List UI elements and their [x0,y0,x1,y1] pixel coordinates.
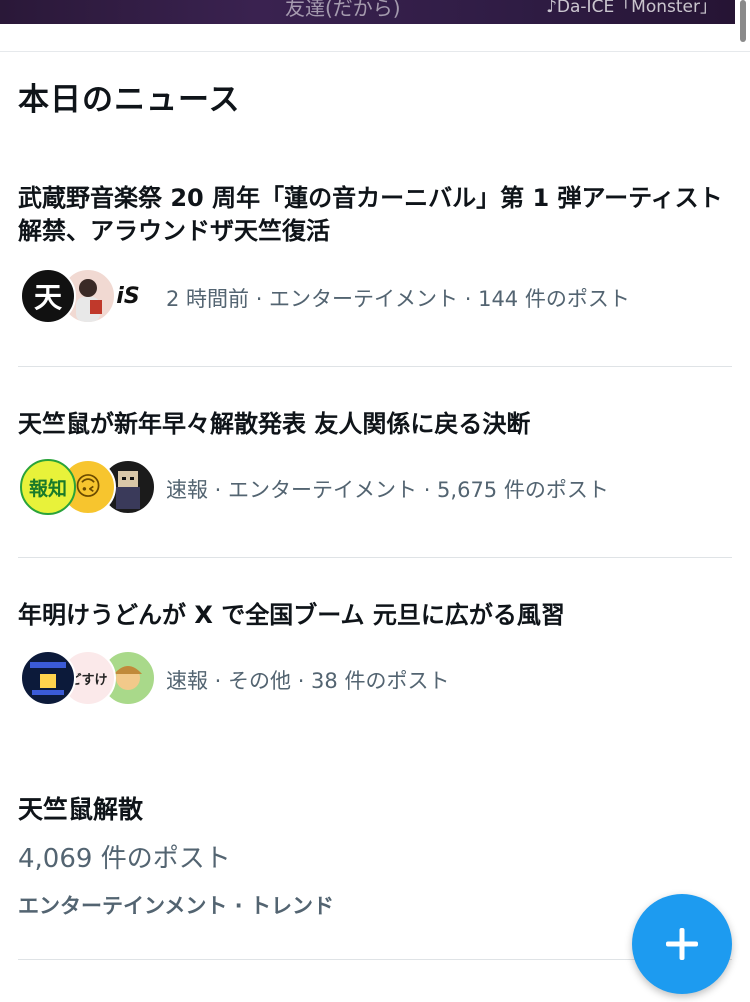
news-title[interactable]: 武蔵野音楽祭 20 周年「蓮の音カーニバル」第 1 弾アーティスト解禁、アラウン… [18,182,730,248]
news-title[interactable]: 年明けうどんが X で全国ブーム 元旦に広がる風習 [18,599,730,632]
news-avatars: どすけ [20,650,156,706]
trend-category: エンターテインメント · トレンド [18,894,334,918]
compose-button[interactable] [632,894,732,994]
avatar: 報知 [20,459,76,515]
top-banner-image[interactable]: 友達(だから) ♪Da-ICE「Monster」 [0,0,735,24]
trend-post-count: 4,069 件のポスト [18,844,231,874]
plus-icon [666,928,698,960]
avatar [20,650,76,706]
scrollbar[interactable] [740,0,746,42]
divider [0,51,750,52]
news-avatars: 天 iS [20,268,156,324]
divider [18,557,732,558]
news-meta: 速報 · エンターテイメント · 5,675 件のポスト [166,478,609,502]
section-title: 本日のニュース [18,82,241,118]
banner-music-caption: ♪Da-ICE「Monster」 [546,0,717,17]
news-meta: 速報 · その他 · 38 件のポスト [166,669,450,693]
avatar-game-icon [30,662,66,695]
trend-name[interactable]: 天竺鼠解散 [18,790,143,826]
news-avatars: 報知 🙃 [20,459,156,515]
explore-page: 友達(だから) ♪Da-ICE「Monster」 本日のニュース 武蔵野音楽祭 … [0,0,750,1002]
divider [18,959,732,960]
news-meta: 2 時間前 · エンターテイメント · 144 件のポスト [166,287,630,311]
banner-overlay-text: 友達(だから) [285,0,401,20]
avatar: 天 [20,268,76,324]
divider [18,366,732,367]
news-title[interactable]: 天竺鼠が新年早々解散発表 友人関係に戻る決断 [18,408,730,441]
